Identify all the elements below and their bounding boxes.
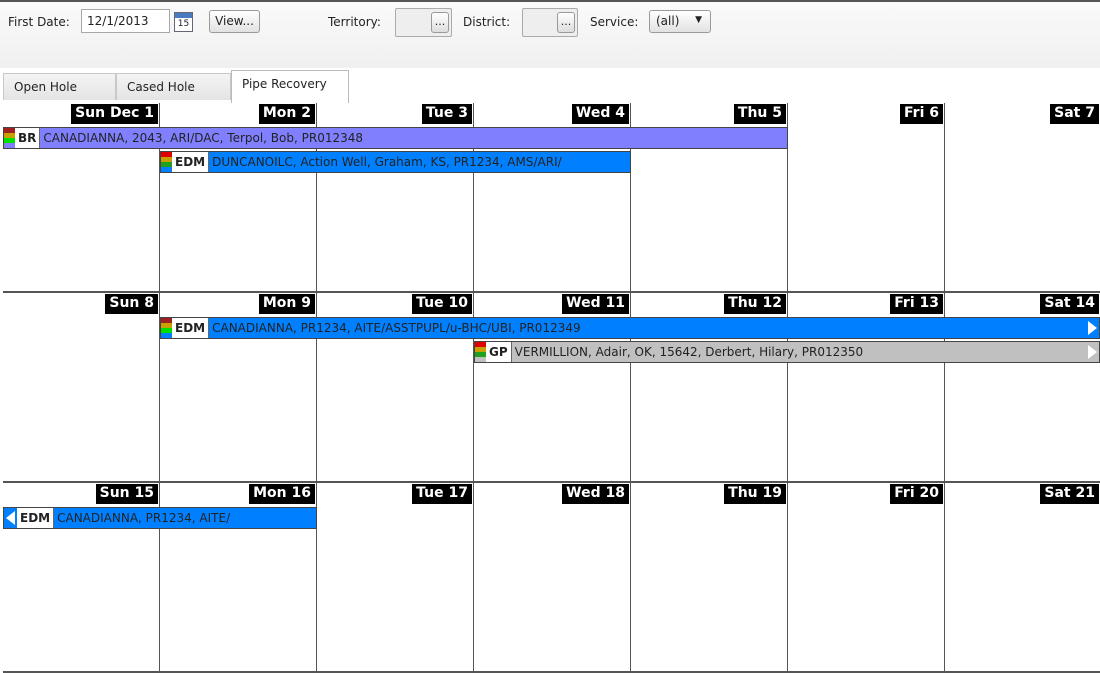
day-header: Mon 16	[249, 484, 315, 504]
event-service-code: GP	[486, 342, 512, 362]
day-header: Tue 10	[412, 294, 472, 314]
day-cell[interactable]: Thu 19	[631, 483, 788, 673]
status-indicator	[161, 152, 172, 172]
day-cell[interactable]: Tue 17	[317, 483, 474, 673]
toolbar: First Date: 12/1/2013 15 View... Territo…	[0, 0, 1100, 68]
calendar-grid: Sun Dec 1 Mon 2 Tue 3 Wed 4 Thu 5 Fri 6 Sat 7 S…	[3, 103, 1100, 673]
arrow-right-icon[interactable]	[1088, 345, 1097, 359]
chevron-down-icon: ▼	[695, 15, 702, 25]
event-service-code: EDM	[17, 508, 55, 528]
tab-cased-hole[interactable]: Cased Hole	[116, 73, 231, 100]
district-picker: ...	[522, 8, 578, 37]
status-indicator	[161, 318, 172, 338]
event-text: CANADIANNA, PR1234, AITE/	[57, 511, 231, 525]
day-header: Thu 19	[724, 484, 786, 504]
day-header: Fri 20	[890, 484, 943, 504]
day-cell[interactable]: Wed 18	[474, 483, 631, 673]
event-text: VERMILLION, Adair, OK, 15642, Derbert, H…	[514, 345, 864, 359]
district-browse-button[interactable]: ...	[557, 12, 575, 33]
view-button[interactable]: View...	[209, 10, 260, 33]
day-cell[interactable]: Fri 20	[788, 483, 945, 673]
arrow-left-icon[interactable]	[6, 511, 15, 525]
day-header: Fri 6	[900, 104, 943, 124]
calendar-icon[interactable]: 15	[174, 12, 193, 32]
day-header: Fri 13	[890, 294, 943, 314]
calendar-event[interactable]: GP VERMILLION, Adair, OK, 15642, Derbert,…	[474, 341, 1100, 363]
day-header: Tue 3	[421, 104, 472, 124]
status-indicator	[4, 128, 15, 148]
event-service-code: EDM	[172, 318, 210, 338]
day-header: Sat 14	[1040, 294, 1099, 314]
event-text: CANADIANNA, PR1234, AITE/ASSTPUPL/u-BHC/…	[212, 321, 581, 335]
territory-picker: ...	[395, 8, 452, 37]
service-select[interactable]: (all) ▼	[649, 10, 711, 33]
day-header: Sun 15	[95, 484, 158, 504]
day-header: Wed 18	[562, 484, 629, 504]
day-header: Sat 21	[1040, 484, 1099, 504]
day-header: Tue 17	[412, 484, 472, 504]
calendar-event[interactable]: EDM CANADIANNA, PR1234, AITE/	[3, 507, 317, 529]
tab-open-hole[interactable]: Open Hole	[3, 73, 116, 100]
status-indicator	[475, 342, 486, 362]
event-service-code: BR	[15, 128, 41, 148]
day-header: Sun Dec 1	[71, 104, 158, 124]
day-cell[interactable]: Sat 7	[945, 103, 1100, 293]
day-header: Thu 12	[724, 294, 786, 314]
event-text: DUNCANOILC, Action Well, Graham, KS, PR1…	[212, 155, 562, 169]
service-label: Service:	[590, 15, 639, 29]
day-header: Wed 4	[571, 104, 629, 124]
calendar-event[interactable]: BR CANADIANNA, 2043, ARI/DAC, Terpol, Bob…	[3, 127, 788, 149]
day-cell[interactable]: Sun 8	[3, 293, 160, 483]
service-value: (all)	[656, 14, 680, 28]
day-header: Mon 9	[258, 294, 315, 314]
territory-label: Territory:	[328, 15, 381, 29]
calendar-event[interactable]: EDM DUNCANOILC, Action Well, Graham, KS, …	[160, 151, 631, 173]
day-header: Sat 7	[1050, 104, 1099, 124]
tab-pipe-recovery[interactable]: Pipe Recovery	[231, 70, 349, 103]
day-header: Thu 5	[733, 104, 786, 124]
calendar-event[interactable]: EDM CANADIANNA, PR1234, AITE/ASSTPUPL/u-B…	[160, 317, 1100, 339]
day-header: Wed 11	[562, 294, 629, 314]
day-cell[interactable]: Fri 6	[788, 103, 945, 293]
territory-browse-button[interactable]: ...	[431, 12, 449, 33]
arrow-right-icon[interactable]	[1088, 321, 1097, 335]
first-date-input[interactable]: 12/1/2013	[81, 9, 170, 33]
district-label: District:	[463, 15, 511, 29]
event-service-code: EDM	[172, 152, 210, 172]
first-date-label: First Date:	[8, 15, 70, 29]
day-header: Mon 2	[258, 104, 315, 124]
event-text: CANADIANNA, 2043, ARI/DAC, Terpol, Bob, …	[43, 131, 364, 145]
day-header: Sun 8	[105, 294, 158, 314]
day-cell[interactable]: Sat 21	[945, 483, 1100, 673]
